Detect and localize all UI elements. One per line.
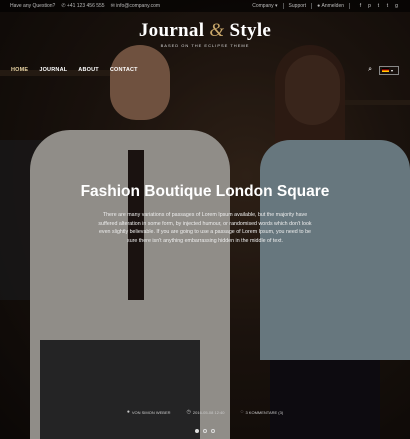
comment-icon: ◌ [240, 409, 244, 415]
hero-excerpt: There are many variations of passages of… [98, 212, 312, 244]
nav-item-journal[interactable]: JOURNAL [39, 67, 67, 73]
post-author[interactable]: ● VON SIMON WEBER [127, 409, 171, 415]
slider-dot-1[interactable] [195, 429, 199, 433]
top-info-bar: Have any Question? ✆ +41 123 456 555 ✉ i… [0, 0, 410, 12]
login-link[interactable]: ● Anmelden [317, 3, 344, 9]
chevron-down-icon: ▾ [391, 67, 394, 73]
phone-number: +41 123 456 555 [66, 3, 105, 9]
nav-item-about[interactable]: ABOUT [78, 67, 99, 73]
site-logo[interactable]: Journal & Style BASED ON THE ECLIPSE THE… [0, 20, 410, 48]
nav-item-home[interactable]: HOME [11, 67, 28, 73]
logo-subtitle: BASED ON THE ECLIPSE THEME [160, 43, 250, 48]
user-icon: ● [126, 409, 130, 415]
slider-dot-2[interactable] [203, 429, 207, 433]
post-comments[interactable]: ◌ 3 KOMMENTARE (3) [240, 409, 283, 415]
hero-title[interactable]: Fashion Boutique London Square [0, 183, 410, 201]
language-selector[interactable]: ▾ [379, 65, 399, 75]
google-plus-icon[interactable]: g [393, 3, 400, 9]
logo-title: Journal & Style [138, 20, 272, 41]
search-icon[interactable]: ⌕ [368, 66, 372, 74]
email-item[interactable]: ✉ info@company.com [111, 3, 160, 9]
german-flag-icon [382, 68, 389, 72]
slider-pagination [0, 429, 410, 433]
nav-item-contact[interactable]: CONTACT [110, 67, 138, 73]
facebook-icon[interactable]: f [357, 3, 364, 9]
post-meta: ● VON SIMON WEBER ◷ 2016-05-08 12:40 ◌ 3 KO… [0, 409, 410, 415]
twitter-icon[interactable]: t [375, 3, 382, 9]
slider-dot-3[interactable] [211, 429, 215, 433]
phone-item[interactable]: ✆ +41 123 456 555 [61, 3, 104, 9]
post-date: ◷ 2016-05-08 12:40 [186, 409, 225, 415]
question-text: Have any Question? [10, 3, 56, 9]
tumblr-icon[interactable]: t [384, 3, 391, 9]
pinterest-icon[interactable]: p [366, 3, 373, 9]
support-link[interactable]: Support [289, 3, 307, 9]
main-navigation: HOME JOURNAL ABOUT CONTACT ⌕ ▾ [0, 64, 410, 76]
company-menu[interactable]: Company ▾ [252, 3, 277, 9]
email-address: info@company.com [116, 3, 161, 9]
clock-icon: ◷ [186, 409, 191, 415]
